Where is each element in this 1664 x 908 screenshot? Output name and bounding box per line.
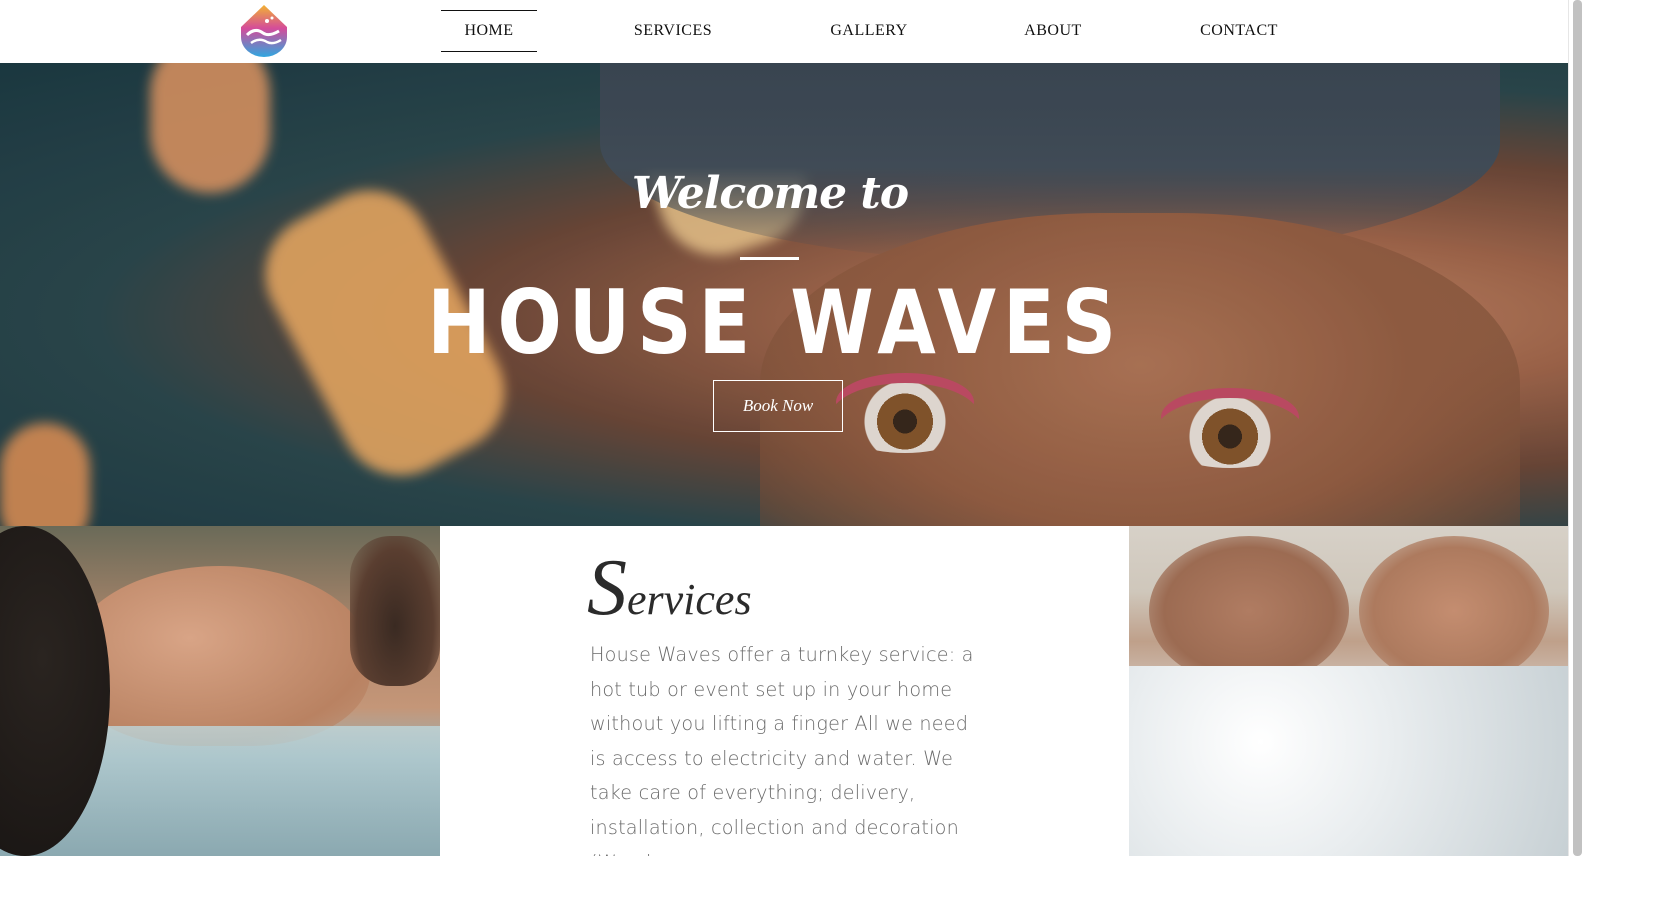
services-description: House Waves offer a turnkey service: a h… xyxy=(590,643,974,856)
nav-home[interactable]: HOME xyxy=(441,10,537,52)
shoulder-shape xyxy=(70,566,370,746)
welcome-text: Welcome to xyxy=(631,168,909,219)
hero-title: HOUSE WAVES xyxy=(427,271,1123,374)
hero-divider xyxy=(740,257,799,260)
services-heading: Services xyxy=(587,536,752,640)
hot-tub-photo-right xyxy=(1129,526,1568,856)
nav-contact[interactable]: CONTACT xyxy=(1177,10,1301,52)
scrollbar[interactable] xyxy=(1568,0,1585,856)
hero-banner: Welcome to HOUSE WAVES Book Now xyxy=(0,63,1568,526)
book-now-button[interactable]: Book Now xyxy=(713,380,843,432)
services-heading-rest: ervices xyxy=(627,575,752,624)
beard-shape xyxy=(350,536,440,686)
foam-shape xyxy=(1129,666,1568,856)
nav-about[interactable]: ABOUT xyxy=(929,10,1177,52)
bottom-margin xyxy=(0,856,1664,908)
house-waves-logo-icon[interactable] xyxy=(237,3,291,57)
person-shape xyxy=(1149,536,1349,686)
nav-gallery[interactable]: GALLERY xyxy=(809,10,929,52)
services-heading-initial: S xyxy=(587,544,627,632)
hot-tub-photo-left xyxy=(0,526,440,856)
nav-services[interactable]: SERVICES xyxy=(537,10,809,52)
main-nav: HOME SERVICES GALLERY ABOUT CONTACT xyxy=(441,10,1301,52)
site-header: HOME SERVICES GALLERY ABOUT CONTACT xyxy=(0,0,1568,63)
services-section: Services House Waves offer a turnkey ser… xyxy=(440,526,1129,856)
page-margin xyxy=(1568,0,1664,908)
person-shape xyxy=(1359,536,1549,686)
